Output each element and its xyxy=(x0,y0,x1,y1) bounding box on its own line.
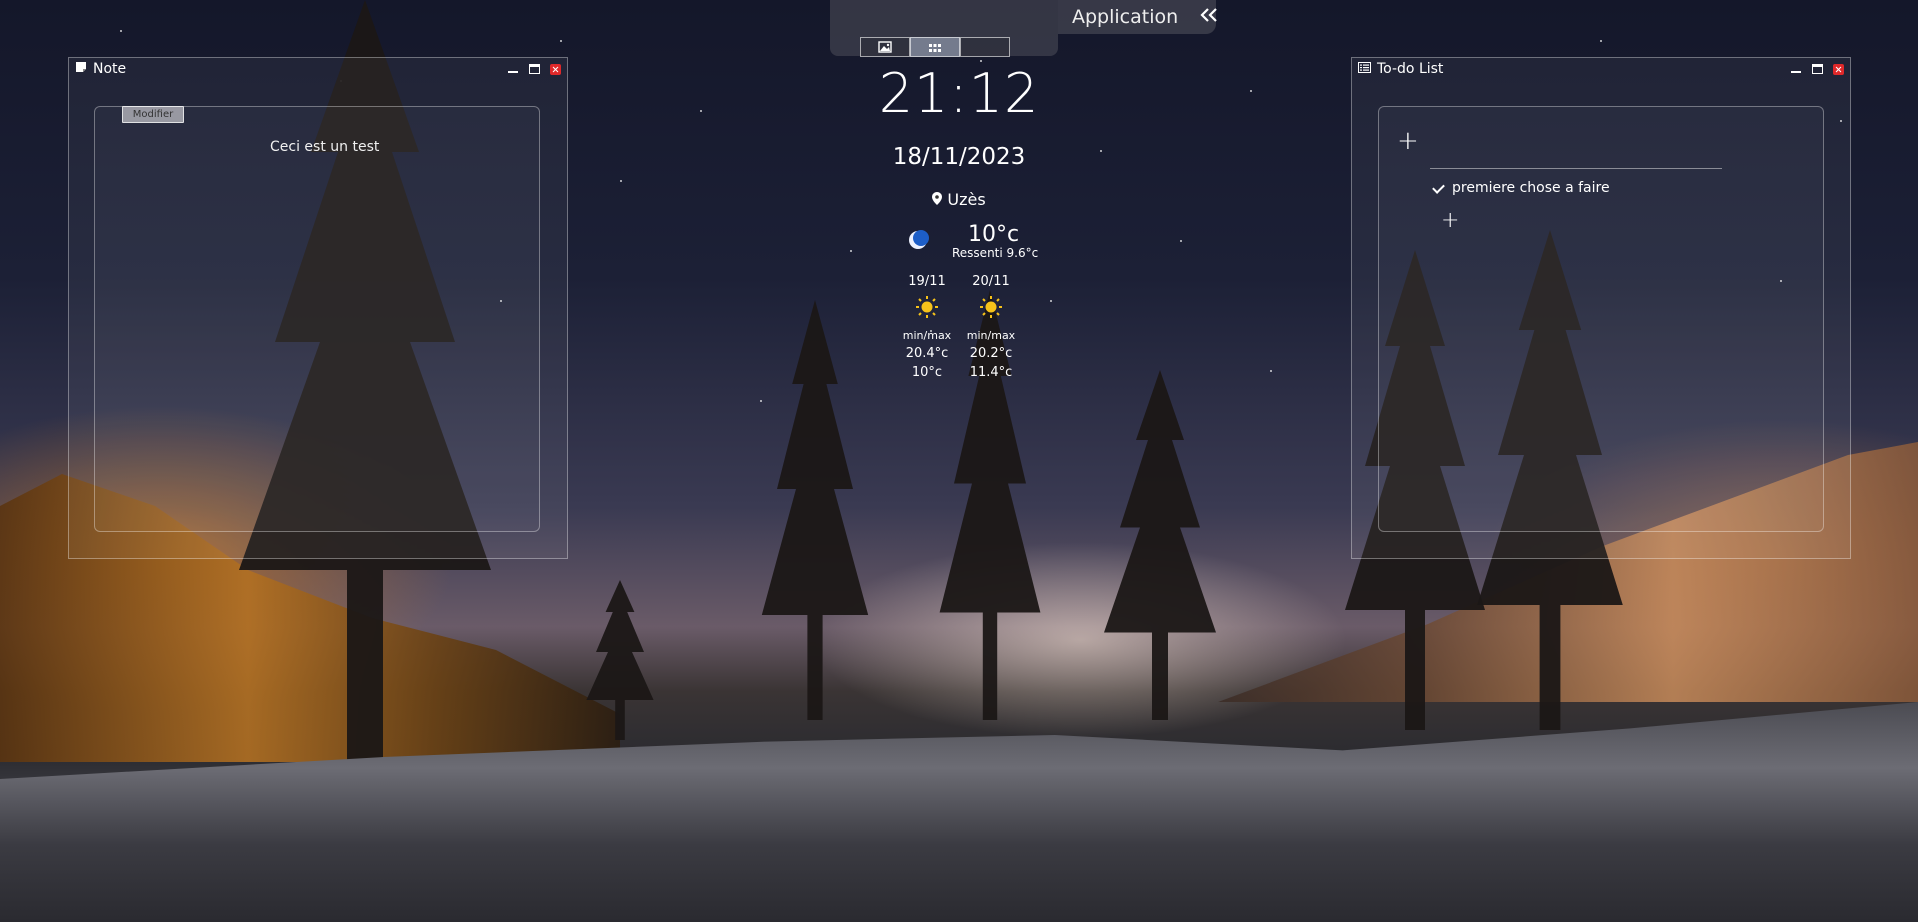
location-name: Uzès xyxy=(947,190,986,209)
forecast-date: 20/11 xyxy=(972,274,1010,289)
add-item-icon[interactable]: + xyxy=(1441,210,1459,232)
forecast-min: 11.4°c xyxy=(969,365,1013,380)
moon-icon xyxy=(906,228,930,256)
tree xyxy=(1104,370,1216,720)
clock-date: 18/11/2023 xyxy=(892,144,1026,170)
forecast-min: 10°c xyxy=(911,365,943,380)
feels-like: Ressenti 9.6°c xyxy=(952,246,1039,260)
forecast-max: 20.4°c xyxy=(905,346,949,361)
forecast-day: 19/11 min/max 20.4°c 10°c xyxy=(902,274,952,380)
application-label[interactable]: Application xyxy=(1058,6,1178,28)
weather-location: Uzès xyxy=(0,190,1918,209)
forecast-day: 20/11 min/max 20.2°c 11.4°c xyxy=(966,274,1016,380)
view-empty-button[interactable] xyxy=(960,37,1010,57)
snow-field xyxy=(0,702,1918,922)
current-temperature: 10°c xyxy=(968,222,1020,247)
tree xyxy=(761,300,869,720)
clock-time: 21:12 xyxy=(878,62,1040,125)
forecast-max: 20.2°c xyxy=(969,346,1013,361)
tree xyxy=(586,580,654,740)
minmax-label: min/max xyxy=(902,329,952,342)
view-grid-button[interactable] xyxy=(910,37,960,57)
current-weather: 10°c Ressenti 9.6°c xyxy=(890,220,1050,260)
forecast-date: 19/11 xyxy=(908,274,946,289)
grid-icon xyxy=(928,38,942,57)
minmax-label: min/max xyxy=(966,329,1016,342)
view-switcher xyxy=(860,37,1010,57)
sun-icon xyxy=(915,295,939,319)
image-icon xyxy=(878,38,892,57)
view-image-button[interactable] xyxy=(860,37,910,57)
sun-icon xyxy=(979,295,1003,319)
application-bar: Application xyxy=(1058,0,1218,34)
location-pin-icon xyxy=(932,190,947,209)
double-chevron-left-icon[interactable] xyxy=(1200,6,1218,28)
